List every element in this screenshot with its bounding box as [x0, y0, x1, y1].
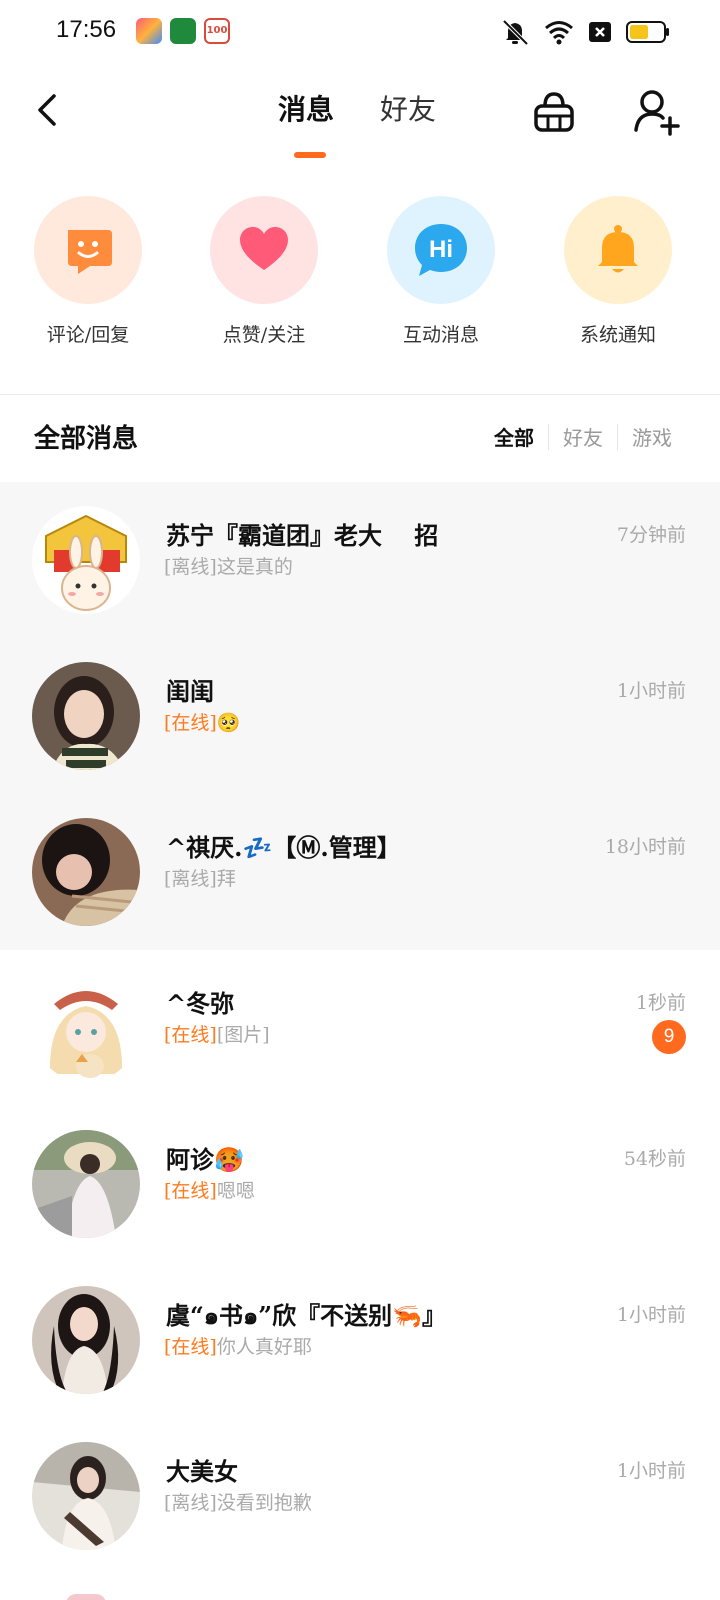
category-system-notices[interactable]: 系统通知 [548, 196, 688, 347]
app-notification-icon [170, 18, 196, 44]
status-time: 17:56 [56, 16, 117, 43]
avatar [32, 1286, 140, 1394]
conversation-row[interactable]: ^祺厌.💤【Ⓜ.管理】 [离线]拜 18小时前 [0, 794, 720, 950]
category-icon-circle [34, 196, 142, 304]
wifi-icon [545, 21, 573, 45]
presence-status: [离线] [164, 1492, 217, 1514]
shop-button[interactable] [530, 88, 578, 136]
section-title: 全部消息 [34, 424, 139, 454]
conversation-row[interactable]: 苏宁『霸道团』老大 招 [离线]这是真的 7分钟前 [0, 482, 720, 638]
status-indicators [500, 18, 670, 46]
active-tab-indicator [294, 152, 326, 158]
avatar [32, 974, 140, 1082]
contact-name: 虞“๑书๑”欣『不送别🦐』 [166, 1301, 446, 1330]
presence-status: [在线] [164, 1024, 217, 1046]
category-likes-follows[interactable]: 点赞/关注 [194, 196, 334, 347]
add-user-icon [634, 90, 680, 136]
contact-name: 闺闺 [166, 677, 214, 706]
svg-text:Hi: Hi [429, 236, 453, 263]
avatar [32, 1130, 140, 1238]
category-label: 系统通知 [579, 324, 656, 346]
unread-badge: 9 [652, 1020, 686, 1054]
last-message: 🥺 [216, 712, 241, 734]
conversation-row[interactable]: 闺闺 [在线]🥺 1小时前 [0, 638, 720, 794]
status-bar: 17:56 100 [0, 0, 720, 64]
category-comments-replies[interactable]: 评论/回复 [18, 196, 158, 347]
section-divider [0, 394, 720, 395]
contact-name: 阿诊🥵 [166, 1145, 244, 1174]
top-nav: 消息 好友 [0, 64, 720, 164]
category-shortcuts: 评论/回复 点赞/关注 Hi 互动消息 系统通知 [0, 196, 720, 356]
category-icon-circle [210, 196, 318, 304]
back-arrow-icon [38, 94, 56, 126]
conversation-list: 苏宁『霸道团』老大 招 [离线]这是真的 7分钟前 闺闺 [在线]🥺 1小时前 [0, 482, 720, 1574]
message-filter-tabs: 全部 好友 游戏 [480, 422, 686, 451]
message-preview: [离线]拜 [164, 864, 236, 891]
avatar [66, 1594, 106, 1600]
message-time: 7分钟前 [616, 524, 686, 546]
message-preview: [离线]这是真的 [164, 552, 293, 579]
category-interactions[interactable]: Hi 互动消息 [371, 196, 511, 347]
contact-name: 苏宁『霸道团』老大 招 [166, 521, 439, 550]
app-notification-icon: 100 [204, 18, 230, 44]
filter-friends[interactable]: 好友 [549, 422, 617, 451]
category-icon-circle [564, 196, 672, 304]
message-preview: [在线]你人真好耶 [164, 1332, 312, 1359]
message-time: 18小时前 [604, 836, 686, 858]
message-preview: [在线]嗯嗯 [164, 1176, 255, 1203]
last-message: 拜 [216, 868, 236, 890]
tab-messages[interactable]: 消息 [278, 88, 334, 128]
presence-status: [离线] [164, 556, 217, 578]
bell-icon [598, 225, 638, 273]
filter-games[interactable]: 游戏 [618, 422, 686, 451]
heart-icon [240, 227, 288, 270]
tab-friends[interactable]: 好友 [380, 88, 436, 128]
conversation-row[interactable]: 阿诊🥵 [在线]嗯嗯 54秒前 [0, 1106, 720, 1262]
mute-icon [502, 19, 529, 46]
avatar [32, 506, 140, 614]
last-message: 嗯嗯 [216, 1180, 255, 1202]
presence-status: [在线] [164, 1180, 217, 1202]
message-time: 1小时前 [616, 1304, 686, 1326]
battery-icon [626, 21, 669, 43]
last-message: 没看到抱歉 [216, 1492, 312, 1514]
category-label: 互动消息 [402, 324, 479, 346]
shopping-basket-icon [534, 92, 574, 132]
message-preview: [离线]没看到抱歉 [164, 1488, 312, 1515]
contact-name: ^冬弥 [166, 989, 235, 1018]
add-friend-button[interactable] [632, 88, 682, 136]
contact-name: ^祺厌.💤【Ⓜ.管理】 [166, 833, 401, 862]
message-time: 1秒前 [635, 992, 686, 1014]
last-message: 这是真的 [216, 556, 293, 578]
conversation-row[interactable]: 大美女 [离线]没看到抱歉 1小时前 [0, 1418, 720, 1574]
conversation-row[interactable]: 虞“๑书๑”欣『不送别🦐』 [在线]你人真好耶 1小时前 [0, 1262, 720, 1418]
conversation-row[interactable]: ^冬弥 [在线][图片] 1秒前 9 [0, 950, 720, 1106]
message-preview: [在线][图片] [164, 1020, 270, 1047]
avatar [32, 1442, 140, 1550]
sim-off-icon [589, 22, 611, 42]
category-label: 点赞/关注 [222, 324, 306, 346]
hi-bubble-icon: Hi [415, 224, 467, 276]
last-message: 你人真好耶 [216, 1336, 312, 1358]
contact-name: 大美女 [166, 1457, 238, 1486]
filter-all[interactable]: 全部 [480, 422, 548, 451]
smile-chat-icon [68, 230, 112, 274]
avatar [32, 818, 140, 926]
message-time: 1小时前 [616, 1460, 686, 1482]
app-notification-icon [136, 18, 162, 44]
presence-status: [在线] [164, 1336, 217, 1358]
message-preview: [在线]🥺 [164, 708, 241, 735]
avatar [32, 662, 140, 770]
last-message: [图片] [216, 1024, 270, 1046]
message-time: 54秒前 [623, 1148, 686, 1170]
back-button[interactable] [30, 88, 70, 132]
presence-status: [离线] [164, 868, 217, 890]
category-icon-circle: Hi [387, 196, 495, 304]
category-label: 评论/回复 [46, 324, 130, 346]
message-time: 1小时前 [616, 680, 686, 702]
presence-status: [在线] [164, 712, 217, 734]
